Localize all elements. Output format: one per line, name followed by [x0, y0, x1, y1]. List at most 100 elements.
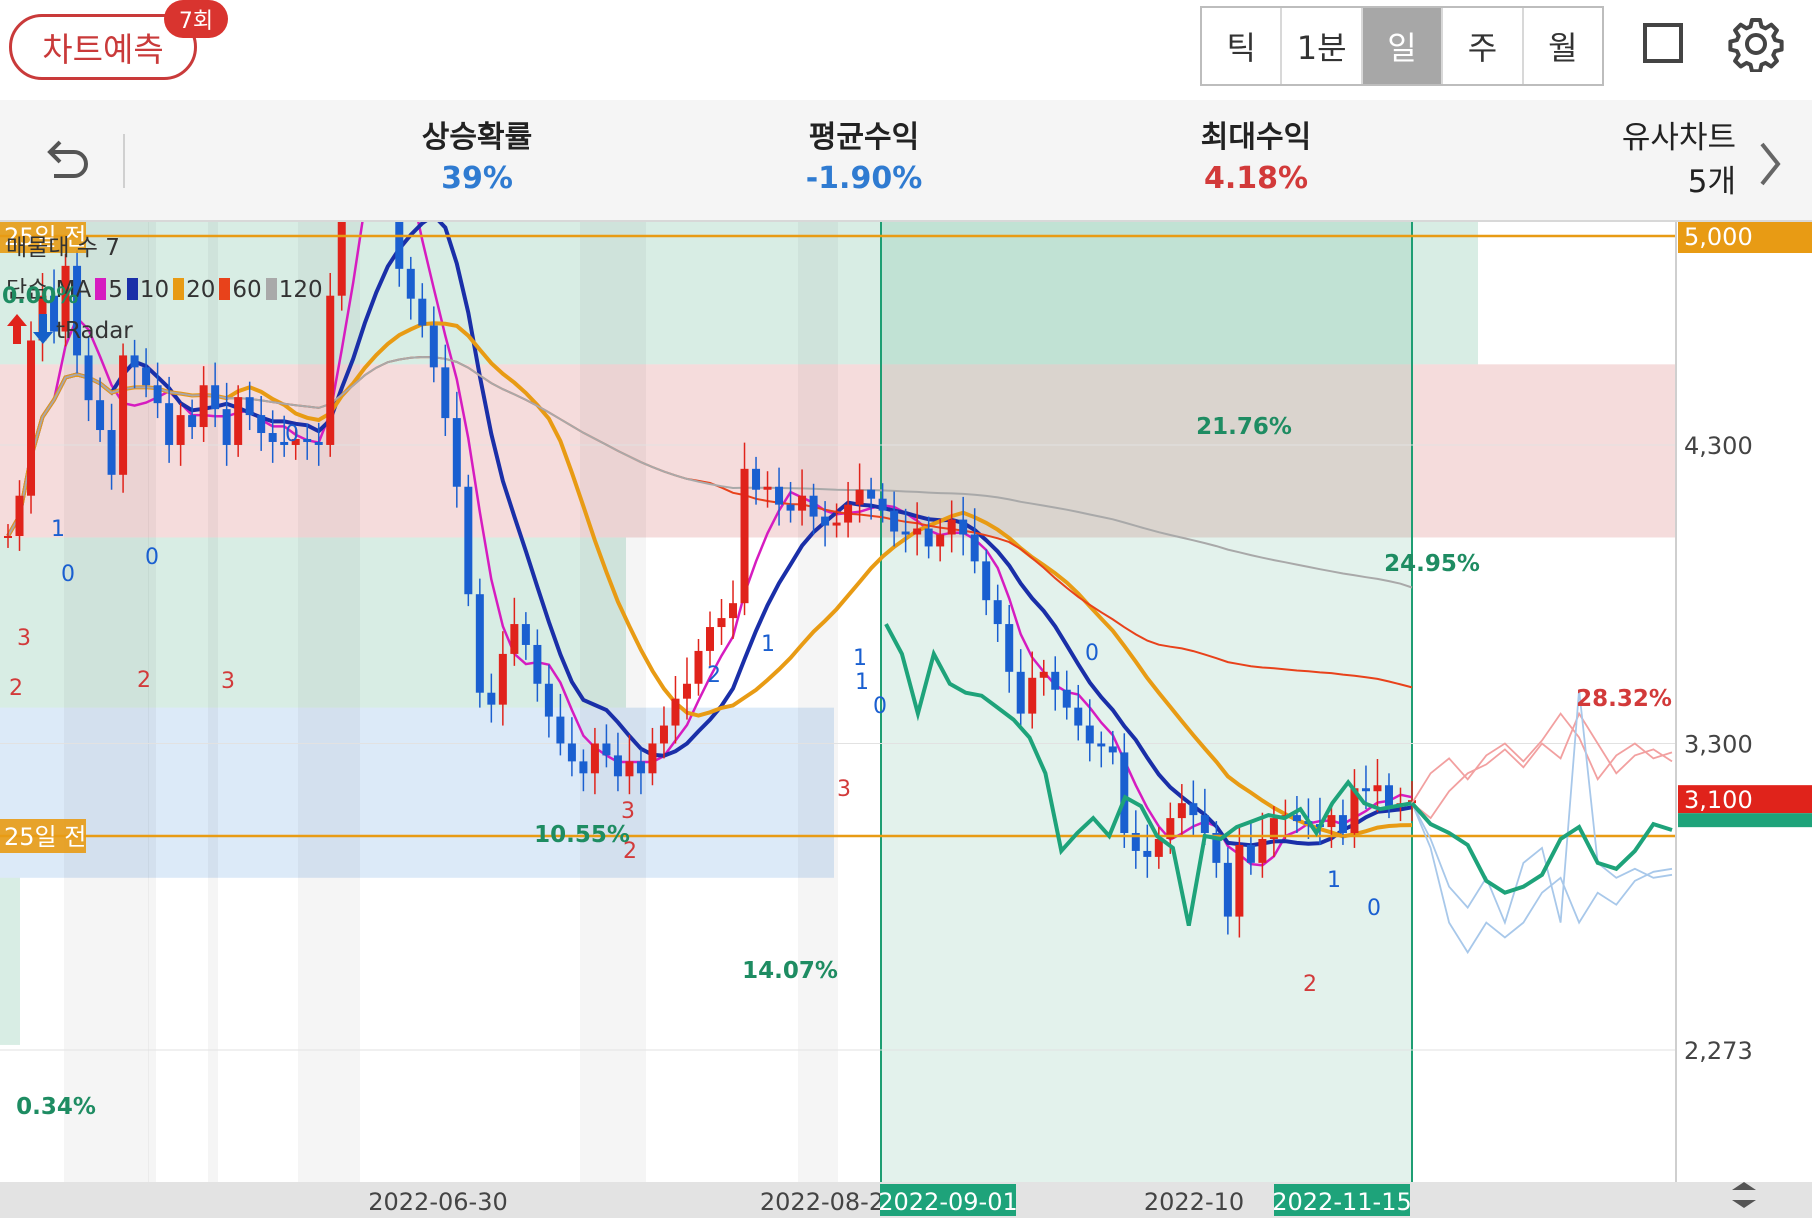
candle-body — [659, 725, 668, 744]
ma120-label: 120 — [278, 277, 323, 303]
candle-body — [867, 489, 876, 499]
reference-tag-text: 25일 전 — [4, 823, 86, 851]
candle-body — [1189, 803, 1198, 816]
candle-body — [1384, 785, 1393, 807]
zone-percent-label: 0.34% — [16, 1094, 96, 1120]
candle-body — [188, 415, 197, 428]
signal-marker: 1 — [51, 517, 65, 542]
candle-body — [682, 683, 691, 699]
tradar-percent: 0.00% — [2, 284, 79, 309]
price-chart[interactable]: 25일 전 5,00025일 전3,100 010032 2 312321010310… — [0, 222, 1812, 1218]
candle-body — [832, 522, 841, 526]
candle-body — [1016, 671, 1025, 714]
candle-body — [936, 534, 945, 547]
candle-body — [959, 519, 968, 535]
ma10-swatch — [126, 278, 138, 300]
candle-body — [498, 653, 507, 705]
candle-body — [418, 298, 427, 326]
time-band-2 — [208, 222, 218, 1182]
gear-icon[interactable] — [1728, 16, 1784, 72]
signal-marker: 3 — [221, 669, 235, 694]
candle-body — [326, 295, 335, 445]
volume-profile-legend: 매물대 수 7 — [6, 235, 120, 261]
candle-body — [556, 716, 565, 744]
candle-body — [671, 698, 680, 726]
signal-marker: 0 — [61, 562, 75, 587]
signal-marker: 0 — [285, 422, 299, 447]
candle-body — [96, 400, 105, 431]
similar-charts[interactable]: 유사차트 5개 — [1622, 116, 1736, 204]
candle-body — [706, 627, 714, 651]
candle-body — [809, 495, 818, 517]
candle-body — [165, 403, 174, 445]
candle-body — [901, 531, 910, 535]
candle-body — [1005, 624, 1014, 672]
signal-marker: 2 — [137, 668, 151, 693]
candle-body — [636, 761, 645, 774]
candle-body — [890, 510, 899, 532]
similar-charts-label: 유사차트 — [1621, 120, 1736, 156]
candle-body — [1223, 862, 1232, 917]
candle-body — [982, 561, 991, 601]
candle-body — [1074, 707, 1083, 726]
candle-body — [119, 355, 128, 475]
candle-body — [855, 489, 864, 505]
candle-body — [337, 222, 346, 296]
signal-marker: 2 — [1303, 972, 1317, 997]
signal-marker: 3 — [621, 799, 635, 824]
square-icon[interactable] — [1643, 23, 1683, 63]
candle-body — [464, 486, 473, 595]
candle-body — [1258, 838, 1267, 863]
candle-body — [142, 367, 151, 386]
candle-body — [15, 495, 24, 536]
predict-count-badge: 7회 — [164, 0, 228, 38]
candle-body — [487, 692, 496, 705]
tab-week[interactable]: 주 — [1443, 8, 1524, 84]
prediction-stats-bar: 상승확률 39% 평균수익 -1.90% 최대수익 4.18% 유사차트 5개 — [0, 100, 1812, 222]
candle-body — [1235, 844, 1244, 917]
average-return-value: -1.90% — [805, 161, 923, 196]
signal-marker: 2 — [707, 663, 721, 688]
candle-body — [429, 325, 438, 368]
divider — [123, 134, 125, 188]
tradar-label: tRadar — [56, 318, 133, 344]
reference-price-text: 5,000 — [1684, 223, 1753, 251]
candle-body — [1062, 689, 1071, 708]
candle-body — [1120, 752, 1129, 834]
current-price-text: 3,100 — [1684, 786, 1753, 814]
candle-body — [625, 761, 634, 777]
max-return-value: 4.18% — [1203, 161, 1309, 196]
candle-body — [510, 624, 519, 654]
similar-charts-count: 5개 — [1687, 164, 1736, 200]
candle-body — [268, 433, 277, 442]
max-return-label: 최대수익 — [1200, 120, 1312, 155]
candle-body — [533, 644, 542, 684]
undo-arrow-icon[interactable] — [38, 134, 92, 188]
x-tick-label: 2022-08-2 — [760, 1188, 884, 1216]
candle-body — [775, 486, 784, 505]
chevron-right-icon[interactable] — [1750, 136, 1790, 192]
candle-body — [694, 650, 703, 684]
tab-1min[interactable]: 1분 — [1282, 8, 1363, 84]
current-price-subtag — [1678, 813, 1812, 828]
signal-marker: 1 — [853, 646, 867, 671]
candle-body — [130, 355, 139, 368]
candle-body — [729, 603, 738, 619]
up-probability: 상승확률 39% — [377, 118, 577, 200]
candle-body — [613, 755, 622, 777]
candle-body — [395, 222, 404, 269]
candle-body — [1373, 785, 1382, 792]
candle-body — [1028, 677, 1037, 714]
prediction-window — [881, 222, 1412, 1182]
tab-month[interactable]: 월 — [1524, 8, 1602, 84]
tab-tick[interactable]: 틱 — [1202, 8, 1283, 84]
candle-body — [993, 600, 1002, 625]
signal-marker: 2 — [9, 676, 23, 701]
y-tick-label: 4,300 — [1684, 432, 1753, 460]
candle-body — [1246, 844, 1255, 863]
signal-marker: 3 — [17, 626, 31, 651]
tab-day[interactable]: 일 — [1362, 8, 1444, 84]
up-down-arrows-icon — [7, 314, 53, 344]
top-toolbar: 차트예측 7회 틱 1분 일 주 월 — [0, 0, 1812, 100]
candle-body — [717, 618, 726, 628]
